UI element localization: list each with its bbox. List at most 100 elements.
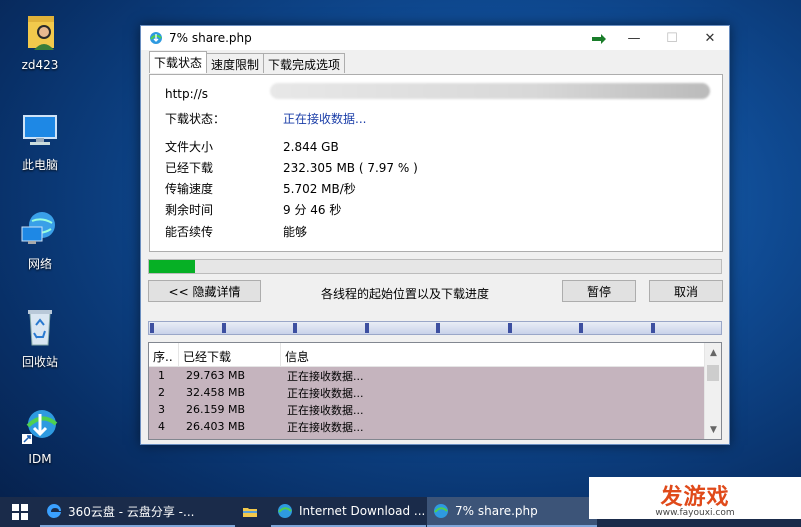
- field-value: 能够: [283, 225, 308, 239]
- status-panel: http://s 下载状态： 正在接收数据... 文件大小 2.844 GB 已经下…: [149, 74, 723, 252]
- row-info: 正在接收数据...: [287, 369, 364, 383]
- field-value: 9 分 46 秒: [283, 203, 342, 217]
- download-progress-window: 7% share.php — ☐ ✕ 下载状态 速度限制 下载完成选项 http…: [140, 25, 730, 445]
- field-value: 2.844 GB: [283, 140, 339, 154]
- thread-segment-marker: [507, 323, 512, 333]
- row-index: 3: [158, 403, 165, 416]
- column-header-index[interactable]: 序..: [149, 343, 179, 366]
- idm-icon: [278, 504, 292, 518]
- thread-segment-marker: [221, 323, 226, 333]
- column-header-downloaded[interactable]: 已经下载: [179, 343, 281, 366]
- scroll-up-icon[interactable]: ▲: [705, 345, 721, 362]
- taskbar-item-idm[interactable]: Internet Download ...: [271, 497, 426, 527]
- thread-segment-marker: [364, 323, 369, 333]
- taskbar-item-browser[interactable]: 360云盘 - 云盘分享 -...: [40, 497, 235, 527]
- taskbar-item-label: 7% share.php: [455, 504, 538, 518]
- thread-segment-bar: [148, 321, 722, 335]
- field-key: 传输速度: [165, 182, 214, 196]
- desktop-icon-label: 回收站: [21, 355, 58, 369]
- field-key: 文件大小: [165, 140, 214, 154]
- url-text: http://s: [165, 87, 209, 101]
- field-row: 已经下载 232.305 MB ( 7.97 % ): [165, 159, 418, 176]
- taskbar-item-explorer[interactable]: [236, 497, 270, 527]
- desktop-icon-network[interactable]: 网络: [6, 207, 74, 272]
- status-value: 正在接收数据...: [283, 112, 367, 126]
- column-header-info[interactable]: 信息: [281, 343, 704, 366]
- taskbar-item-label: 360云盘 - 云盘分享 -...: [68, 504, 195, 519]
- desktop-icon-label: IDM: [28, 452, 52, 466]
- list-scrollbar[interactable]: ▲ ▼: [704, 343, 721, 439]
- row-size: 26.403 MB: [186, 420, 246, 433]
- field-row: 文件大小 2.844 GB: [165, 138, 339, 155]
- edge-icon: [47, 504, 61, 518]
- idm-icon: [18, 404, 62, 448]
- row-info: 正在接收数据...: [287, 420, 364, 434]
- computer-icon: [18, 108, 62, 152]
- row-index: 2: [158, 386, 165, 399]
- desktop-icon-recycle-bin[interactable]: 回收站: [6, 305, 74, 370]
- maximize-button[interactable]: ☐: [653, 26, 691, 50]
- taskbar-item-label: Internet Download ...: [299, 504, 426, 518]
- idm-icon: [434, 504, 448, 518]
- row-index: 4: [158, 420, 165, 433]
- threads-label: 各线程的起始位置以及下载进度: [321, 287, 490, 301]
- watermark-url: www.fayouxi.com: [655, 507, 735, 518]
- list-item[interactable]: 1 29.763 MB 正在接收数据...: [149, 367, 704, 384]
- recycle-bin-icon: [18, 305, 62, 349]
- tab-speed-limit[interactable]: 速度限制: [206, 53, 265, 73]
- status-row: 下载状态： 正在接收数据...: [165, 110, 366, 127]
- desktop-icon-label: zd423: [21, 58, 59, 72]
- desktop-icon-this-pc[interactable]: 此电脑: [6, 108, 74, 173]
- tab-download-status[interactable]: 下载状态: [149, 51, 208, 73]
- site-watermark: 发游戏 www.fayouxi.com: [589, 477, 801, 519]
- row-info: 正在接收数据...: [287, 386, 364, 400]
- download-progress-bar: [148, 259, 722, 274]
- row-size: 29.763 MB: [186, 369, 246, 382]
- desktop-icon-idm[interactable]: IDM: [6, 404, 74, 466]
- close-button[interactable]: ✕: [691, 26, 729, 50]
- thread-segment-marker: [436, 323, 441, 333]
- progress-fill: [149, 260, 195, 273]
- field-key: 能否续传: [165, 225, 214, 239]
- scroll-thumb[interactable]: [707, 365, 719, 381]
- idm-icon: [150, 32, 162, 44]
- hide-details-button[interactable]: << 隐藏详情: [148, 280, 261, 302]
- thread-rows: 1 29.763 MB 正在接收数据... 2 32.458 MB 正在接收数据... …: [149, 367, 704, 439]
- network-icon: [18, 207, 62, 251]
- row-size: 26.159 MB: [186, 403, 246, 416]
- thread-segment-marker: [650, 323, 655, 333]
- field-row: 传输速度 5.702 MB/秒: [165, 180, 356, 197]
- list-item[interactable]: 3 26.159 MB 正在接收数据...: [149, 401, 704, 418]
- thread-segment-marker: [293, 323, 298, 333]
- field-value: 232.305 MB ( 7.97 % ): [283, 161, 418, 175]
- tab-completion-options[interactable]: 下载完成选项: [263, 53, 346, 73]
- minimize-button[interactable]: —: [615, 26, 653, 50]
- thread-list[interactable]: 序.. 已经下载 信息 1 29.763 MB 正在接收数据... 2 32.458 …: [148, 342, 722, 440]
- windows-logo-icon: [12, 504, 28, 520]
- thread-list-header: 序.. 已经下载 信息: [149, 343, 721, 367]
- thread-segment-marker: [579, 323, 584, 333]
- list-item[interactable]: 2 32.458 MB 正在接收数据...: [149, 384, 704, 401]
- row-index: 1: [158, 369, 165, 382]
- arrow-indicator-icon: [592, 34, 606, 44]
- desktop-icon-user[interactable]: zd423: [6, 10, 74, 72]
- folder-icon: [243, 508, 257, 517]
- row-size: 32.458 MB: [186, 386, 246, 399]
- title-bar[interactable]: 7% share.php — ☐ ✕: [141, 26, 729, 50]
- field-row: 剩余时间 9 分 46 秒: [165, 201, 341, 218]
- list-item[interactable]: 4 26.403 MB 正在接收数据...: [149, 418, 704, 435]
- field-row: 能否续传 能够: [165, 223, 307, 240]
- desktop-icon-label: 此电脑: [21, 158, 58, 172]
- scroll-down-icon[interactable]: ▼: [705, 422, 721, 439]
- cancel-button[interactable]: 取消: [649, 280, 723, 302]
- field-key: 已经下载: [165, 161, 214, 175]
- field-value: 5.702 MB/秒: [283, 182, 356, 196]
- thread-segment-marker: [150, 323, 155, 333]
- taskbar-item-download-window[interactable]: 7% share.php: [427, 497, 597, 527]
- desktop-icon-label: 网络: [27, 257, 52, 271]
- pause-button[interactable]: 暂停: [562, 280, 636, 302]
- user-folder-icon: [18, 10, 62, 54]
- start-button[interactable]: [0, 497, 40, 527]
- url-row: http://s: [165, 87, 208, 101]
- field-key: 剩余时间: [165, 203, 214, 217]
